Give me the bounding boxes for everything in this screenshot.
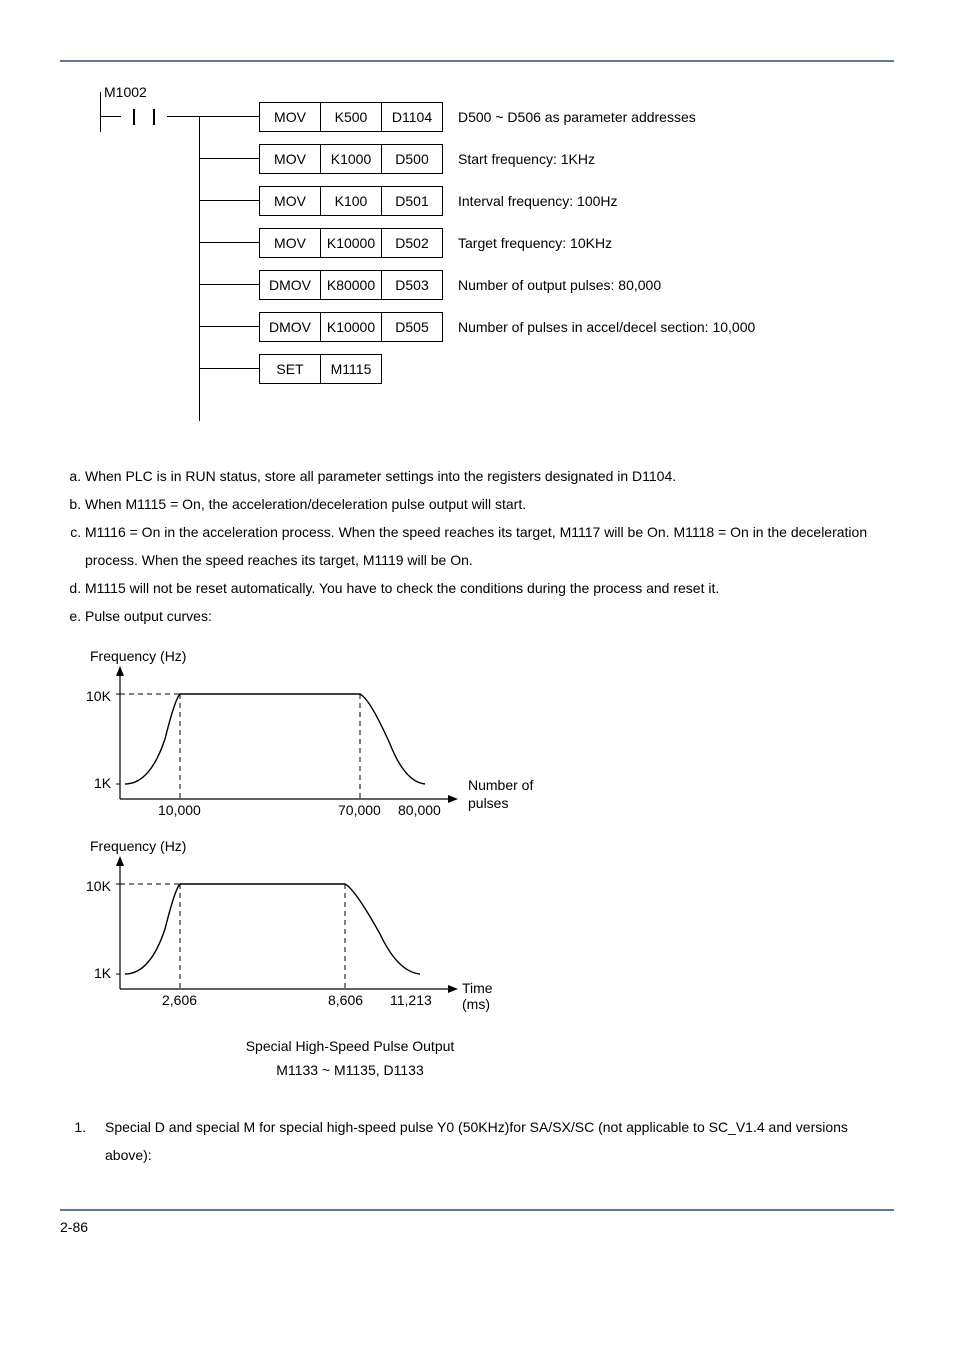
bottom-rule (60, 1209, 894, 1211)
chart1-ytick-10k: 10K (86, 688, 111, 704)
chart1-xlabel: Number of pulses (468, 776, 538, 812)
inst-arg1: K500 (320, 102, 382, 132)
chart2-ytick-1k: 1K (94, 965, 111, 981)
note-a: When PLC is in RUN status, store all par… (85, 462, 894, 490)
inst-arg1: K80000 (320, 270, 382, 300)
inst-desc: Number of output pulses: 80,000 (458, 277, 661, 293)
chart2-xtick-1: 2,606 (162, 992, 197, 1008)
inst-op: MOV (259, 228, 321, 258)
inst-op: MOV (259, 102, 321, 132)
inst-desc: Start frequency: 1KHz (458, 151, 595, 167)
inst-desc: Number of pulses in accel/decel section:… (458, 319, 755, 335)
page-number: 2-86 (60, 1219, 894, 1235)
section-line1: Special High-Speed Pulse Output (200, 1035, 500, 1059)
section-heading: Special High-Speed Pulse Output M1133 ~ … (200, 1035, 500, 1083)
instruction-row: SET M1115 (199, 354, 755, 384)
instruction-row: DMOV K10000 D505 Number of pulses in acc… (199, 312, 755, 342)
chart1-xtick-1: 10,000 (158, 802, 201, 818)
chart1-ytick-1k: 1K (94, 775, 111, 791)
notes-list: When PLC is in RUN status, store all par… (60, 462, 894, 630)
inst-arg1: M1115 (320, 354, 382, 384)
top-rule (60, 60, 894, 62)
inst-arg2: D501 (381, 186, 443, 216)
inst-arg2: D500 (381, 144, 443, 174)
chart2-xtick-3: 11,213 (390, 992, 432, 1008)
note-d: M1115 will not be reset automatically. Y… (85, 574, 894, 602)
chart2-ytick-10k: 10K (86, 878, 111, 894)
inst-arg2: D1104 (381, 102, 443, 132)
note-e: Pulse output curves: (85, 602, 894, 630)
numbered-list: Special D and special M for special high… (60, 1113, 894, 1169)
contact-m1002 (129, 109, 159, 125)
chart-time: Frequency (Hz) 10K 1K 2,606 8,606 11,213… (80, 840, 894, 1010)
instruction-row: MOV K100 D501 Interval frequency: 100Hz (199, 186, 755, 216)
ladder-diagram: M1002 MOV K500 D1104 D500 ~ D506 as (100, 92, 894, 432)
inst-arg1: K10000 (320, 228, 382, 258)
inst-op: DMOV (259, 270, 321, 300)
inst-arg2: D505 (381, 312, 443, 342)
instruction-row: DMOV K80000 D503 Number of output pulses… (199, 270, 755, 300)
instruction-row: MOV K500 D1104 D500 ~ D506 as parameter … (199, 102, 755, 132)
inst-op: MOV (259, 144, 321, 174)
chart-pulses: Frequency (Hz) 10K 1K 10,000 70,000 80,0… (80, 650, 894, 820)
inst-desc: Interval frequency: 100Hz (458, 193, 618, 209)
inst-op: SET (259, 354, 321, 384)
note-b: When M1115 = On, the acceleration/decele… (85, 490, 894, 518)
instruction-row: MOV K1000 D500 Start frequency: 1KHz (199, 144, 755, 174)
chart2-xtick-2: 8,606 (328, 992, 363, 1008)
note-c: M1116 = On in the acceleration process. … (85, 518, 894, 574)
chart1-xtick-2: 70,000 (338, 802, 381, 818)
inst-op: MOV (259, 186, 321, 216)
ladder-contact-label: M1002 (104, 84, 147, 100)
section-line2: M1133 ~ M1135, D1133 (200, 1059, 500, 1083)
inst-arg2: D502 (381, 228, 443, 258)
inst-arg1: K100 (320, 186, 382, 216)
chart2-xlabel: Time (ms) (462, 980, 493, 1012)
inst-arg1: K1000 (320, 144, 382, 174)
numbered-item-1: Special D and special M for special high… (90, 1113, 894, 1169)
inst-arg2: D503 (381, 270, 443, 300)
chart1-xtick-3: 80,000 (398, 802, 441, 818)
inst-op: DMOV (259, 312, 321, 342)
inst-desc: Target frequency: 10KHz (458, 235, 612, 251)
inst-arg1: K10000 (320, 312, 382, 342)
chart1-ylabel: Frequency (Hz) (90, 648, 186, 664)
inst-desc: D500 ~ D506 as parameter addresses (458, 109, 696, 125)
chart2-ylabel: Frequency (Hz) (90, 838, 186, 854)
instruction-row: MOV K10000 D502 Target frequency: 10KHz (199, 228, 755, 258)
